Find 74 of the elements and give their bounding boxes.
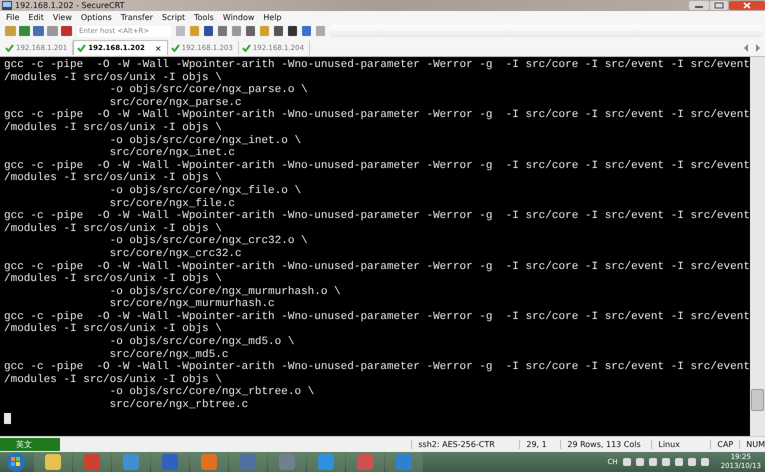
start-button[interactable] [4, 452, 28, 472]
terminal-line: /modules -I src/os/unix -I objs \ [4, 172, 223, 185]
terminal-line: -o objs/src/core/ngx_murmurhash.o \ [108, 286, 342, 298]
terminal-line: src/core/ngx_file.c [108, 198, 236, 210]
terminal-line: src/core/ngx_crc32.c [108, 248, 243, 260]
toolbar-icon[interactable] [60, 25, 73, 37]
tray-icon[interactable] [674, 457, 684, 467]
terminal-line: gcc -c -pipe -O -W -Wall -Wpointer-arith -Wno-unused-parameter -Werror -g -I src/core -I src/event -I src/event [4, 59, 750, 72]
terminal-line: gcc -c -pipe -O -W -Wall -Wpointer-arith -Wno-unused-parameter -Werror -g -I src/core -I src/event -I src/event [4, 310, 750, 323]
toolbar-icon[interactable] [244, 25, 257, 37]
terminal-icon [2, 1, 12, 10]
minimize-icon[interactable] [689, 1, 709, 10]
tab-scroll-left-icon[interactable] [743, 44, 749, 52]
menu-item[interactable]: Transfer [120, 12, 153, 22]
check-icon [242, 44, 251, 52]
terminal-line: src/core/ngx_rbtree.c [108, 399, 250, 412]
menu-item[interactable]: Options [80, 12, 112, 22]
terminal-line: /modules -I src/os/unix -I objs \ [4, 273, 223, 286]
terminal-line: gcc -c -pipe -O -W -Wall -Wpointer-arith -Wno-unused-parameter -Werror -g -I src/core -I src/event -I src/event [4, 160, 750, 172]
text-cursor [4, 412, 11, 424]
terminal-screen[interactable] [0, 57, 750, 436]
terminal-line: /modules -I src/os/unix -I objs \ [4, 323, 223, 336]
status-os: Linux [651, 440, 710, 449]
menu-item[interactable]: Script [162, 12, 186, 22]
scrollbar[interactable] [750, 57, 765, 436]
status-size: 29 Rows, 113 Cols [560, 440, 652, 449]
terminal-line: gcc -c -pipe -O -W -Wall -Wpointer-arith -Wno-unused-parameter -Werror -g -I src/core -I src/event -I src/event [4, 109, 750, 122]
terminal-line: -o objs/src/core/ngx_md5.o \ [108, 336, 296, 349]
tab-scroll-right-icon[interactable] [755, 44, 761, 52]
caps-indicator: CAP [710, 440, 740, 449]
menu-item[interactable]: Window [222, 12, 254, 22]
toolbar-icon[interactable] [272, 25, 285, 37]
terminal-line: -o objs/src/core/ngx_crc32.o \ [108, 235, 309, 248]
tray-icon[interactable] [634, 457, 645, 467]
tray-icon[interactable] [686, 457, 697, 467]
terminal-line: src/core/ngx_parse.c [108, 96, 243, 109]
menu-item[interactable]: File [6, 12, 20, 22]
toolbar-icon[interactable] [286, 25, 299, 37]
taskbar-app-icon[interactable] [34, 452, 72, 472]
menu-item[interactable]: View [52, 12, 72, 22]
status-cipher: ssh2: AES-256-CTR [411, 440, 520, 449]
scrollbar-thumb[interactable] [751, 389, 764, 411]
terminal-line: /modules -I src/os/unix -I objs \ [4, 222, 223, 235]
check-icon [170, 44, 180, 52]
terminal-line: gcc -c -pipe -O -W -Wall -Wpointer-arith -Wno-unused-parameter -Werror -g -I src/core -I src/event -I src/event [4, 210, 750, 223]
close-icon[interactable] [729, 1, 765, 10]
terminal-line: -o objs/src/core/ngx_rbtree.o \ [108, 386, 316, 399]
terminal-line: -o objs/src/core/ngx_parse.o \ [108, 84, 309, 97]
toolbar-icon[interactable] [202, 25, 215, 37]
tray-icon[interactable] [700, 457, 710, 467]
terminal-line: src/core/ngx_md5.c [108, 348, 230, 361]
status-position: 29, 1 [519, 440, 560, 449]
terminal-line: gcc -c -pipe -O -W -Wall -Wpointer-arith -Wno-unused-parameter -Werror -g -I src/core -I src/event -I src/event [4, 361, 750, 374]
tab-close-button[interactable]: × [154, 44, 162, 52]
menu-item[interactable]: Edit [28, 12, 44, 22]
check-icon [5, 44, 14, 52]
terminal-line: -o objs/src/core/ngx_file.o \ [108, 184, 302, 198]
check-icon [77, 44, 86, 52]
menu-item[interactable]: Help [263, 12, 282, 22]
terminal-line: src/core/ngx_murmurhash.c [108, 298, 276, 311]
terminal-line: src/core/ngx_inet.c [108, 147, 236, 160]
menu-item[interactable]: Tools [194, 12, 214, 22]
window-title: 192.168.1.202 - SecureCRT [15, 1, 124, 10]
tray-icon[interactable] [660, 457, 671, 467]
terminal-line: /modules -I src/os/unix -I objs \ [4, 374, 223, 386]
terminal-line: /modules -I src/os/unix -I objs \ [4, 122, 223, 135]
terminal-line: /modules -I src/os/unix -I objs \ [4, 72, 223, 84]
tray-icon[interactable] [648, 457, 658, 467]
maximize-icon[interactable] [710, 1, 728, 10]
num-indicator: NUM [739, 440, 765, 449]
terminal-line: -o objs/src/core/ngx_inet.o \ [108, 134, 302, 147]
ime-indicator[interactable]: 英文 [0, 438, 60, 451]
tray-icon[interactable] [622, 457, 632, 467]
terminal-line: gcc -c -pipe -O -W -Wall -Wpointer-arith -Wno-unused-parameter -Werror -g -I src/core -I src/event -I src/event [4, 260, 750, 273]
